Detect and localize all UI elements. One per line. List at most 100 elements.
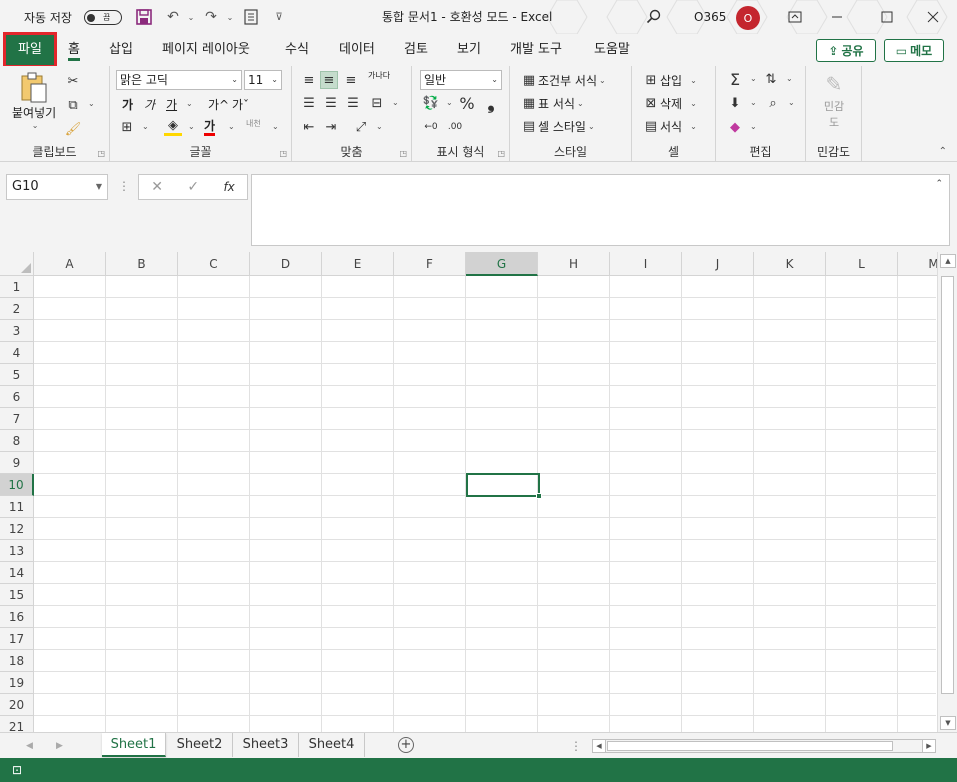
name-box[interactable]: G10 ▼	[6, 174, 108, 200]
ribbon-display-options-icon[interactable]	[784, 6, 806, 28]
undo-dropdown-icon[interactable]: ⌄	[182, 8, 200, 26]
redo-icon[interactable]: ↷	[202, 8, 220, 26]
row-header-18[interactable]: 18	[0, 650, 34, 672]
bold-button[interactable]: 가	[122, 96, 133, 113]
row-header-12[interactable]: 12	[0, 518, 34, 540]
sort-filter-dropdown-icon[interactable]: ⌄	[786, 74, 793, 83]
cancel-icon[interactable]: ✕	[151, 179, 163, 195]
cell-area[interactable]	[34, 276, 936, 732]
copy-dropdown-icon[interactable]: ⌄	[88, 99, 95, 108]
align-left-icon[interactable]: ☰	[300, 94, 318, 112]
formula-input[interactable]: ⌃	[251, 174, 950, 246]
collapse-formula-bar-icon[interactable]: ⌃	[935, 179, 943, 189]
column-header-f[interactable]: F	[394, 252, 466, 276]
insert-cells-button[interactable]: ⊞ 삽입 ⌄	[642, 71, 697, 89]
avatar[interactable]: O	[736, 6, 760, 30]
tab-insert[interactable]: 삽입	[109, 34, 133, 66]
find-select-dropdown-icon[interactable]: ⌄	[788, 98, 795, 107]
row-header-9[interactable]: 9	[0, 452, 34, 474]
comments-button[interactable]: ▭ 메모	[884, 39, 944, 62]
conditional-formatting-button[interactable]: ▦ 조건부 서식 ⌄	[520, 71, 606, 89]
sheet-tab-sheet4[interactable]: Sheet4	[299, 733, 365, 757]
save-icon[interactable]	[135, 8, 153, 26]
clear-icon[interactable]: ◆	[726, 118, 744, 136]
restore-icon[interactable]	[876, 6, 898, 28]
align-right-icon[interactable]: ☰	[344, 94, 362, 112]
align-middle-icon[interactable]: ≡	[320, 71, 338, 89]
find-select-icon[interactable]: ⌕	[764, 94, 782, 112]
paste-button[interactable]: 붙여넣기 ⌄	[12, 72, 56, 130]
underline-dropdown-icon[interactable]: ⌄	[186, 99, 193, 108]
row-header-3[interactable]: 3	[0, 320, 34, 342]
column-header-l[interactable]: L	[826, 252, 898, 276]
clipboard-launcher-icon[interactable]: ◳	[97, 149, 105, 158]
sheet-tab-sheet3[interactable]: Sheet3	[233, 733, 299, 757]
increase-decimal-icon[interactable]: ←0	[422, 118, 440, 136]
previous-sheet-icon[interactable]: ◀	[26, 733, 33, 759]
scroll-left-icon[interactable]: ◀	[592, 739, 606, 753]
fill-icon[interactable]: ⬇	[726, 94, 744, 112]
font-name-select[interactable]: 맑은 고딕 ⌄	[116, 70, 242, 90]
column-header-a[interactable]: A	[34, 252, 106, 276]
italic-button[interactable]: 가	[144, 96, 155, 113]
row-header-19[interactable]: 19	[0, 672, 34, 694]
horizontal-scroll-thumb[interactable]	[607, 741, 893, 751]
tab-help[interactable]: 도움말	[594, 34, 630, 66]
tab-page-layout[interactable]: 페이지 레이아웃	[162, 34, 250, 66]
row-header-8[interactable]: 8	[0, 430, 34, 452]
search-icon[interactable]	[645, 8, 663, 26]
tab-review[interactable]: 검토	[404, 34, 428, 66]
enter-icon[interactable]: ✓	[187, 179, 199, 195]
autosum-icon[interactable]: Σ	[726, 70, 744, 89]
column-header-b[interactable]: B	[106, 252, 178, 276]
column-header-k[interactable]: K	[754, 252, 826, 276]
column-header-h[interactable]: H	[538, 252, 610, 276]
row-header-17[interactable]: 17	[0, 628, 34, 650]
cut-icon[interactable]: ✂	[64, 72, 82, 90]
accounting-dropdown-icon[interactable]: ⌄	[446, 98, 453, 107]
customize-quick-access-icon[interactable]: ⊽	[270, 8, 288, 26]
comma-style-icon[interactable]: ❟	[482, 93, 500, 114]
row-header-4[interactable]: 4	[0, 342, 34, 364]
select-all-button[interactable]	[0, 252, 34, 276]
borders-icon[interactable]: ⊞	[118, 118, 136, 136]
orientation-icon[interactable]: ⤢	[352, 118, 370, 136]
row-header-2[interactable]: 2	[0, 298, 34, 320]
redo-dropdown-icon[interactable]: ⌄	[221, 8, 239, 26]
orientation-dropdown-icon[interactable]: ⌄	[376, 122, 383, 131]
increase-indent-icon[interactable]: ⇥	[322, 118, 340, 136]
align-top-icon[interactable]: ≡	[300, 71, 318, 89]
percent-icon[interactable]: %	[458, 94, 476, 113]
clear-dropdown-icon[interactable]: ⌄	[750, 122, 757, 131]
row-header-5[interactable]: 5	[0, 364, 34, 386]
merge-dropdown-icon[interactable]: ⌄	[392, 98, 399, 107]
row-header-7[interactable]: 7	[0, 408, 34, 430]
tab-view[interactable]: 보기	[457, 34, 481, 66]
row-header-14[interactable]: 14	[0, 562, 34, 584]
copy-icon[interactable]: ⧉	[64, 96, 82, 114]
autosum-dropdown-icon[interactable]: ⌄	[750, 74, 757, 83]
row-header-21[interactable]: 21	[0, 716, 34, 732]
format-cells-button[interactable]: ▤ 서식 ⌄	[642, 117, 697, 135]
column-header-g[interactable]: G	[466, 252, 538, 276]
row-header-11[interactable]: 11	[0, 496, 34, 518]
row-header-10[interactable]: 10	[0, 474, 34, 496]
undo-icon[interactable]: ↶	[164, 8, 182, 26]
tab-formulas[interactable]: 수식	[285, 34, 309, 66]
underline-button[interactable]: 가	[166, 96, 177, 113]
row-header-15[interactable]: 15	[0, 584, 34, 606]
account-label[interactable]: O365	[694, 0, 726, 34]
decrease-font-button[interactable]: 가ˇ	[232, 96, 249, 113]
share-button[interactable]: ⇪ 공유	[816, 39, 876, 62]
form-icon[interactable]	[242, 8, 260, 26]
decrease-decimal-icon[interactable]: .00	[446, 118, 464, 136]
column-header-j[interactable]: J	[682, 252, 754, 276]
minimize-icon[interactable]	[826, 6, 848, 28]
column-header-c[interactable]: C	[178, 252, 250, 276]
align-bottom-icon[interactable]: ≡	[342, 71, 360, 89]
column-header-d[interactable]: D	[250, 252, 322, 276]
alignment-launcher-icon[interactable]: ◳	[399, 149, 407, 158]
close-icon[interactable]	[922, 6, 944, 28]
tab-developer[interactable]: 개발 도구	[510, 34, 562, 66]
next-sheet-icon[interactable]: ▶	[56, 733, 63, 759]
